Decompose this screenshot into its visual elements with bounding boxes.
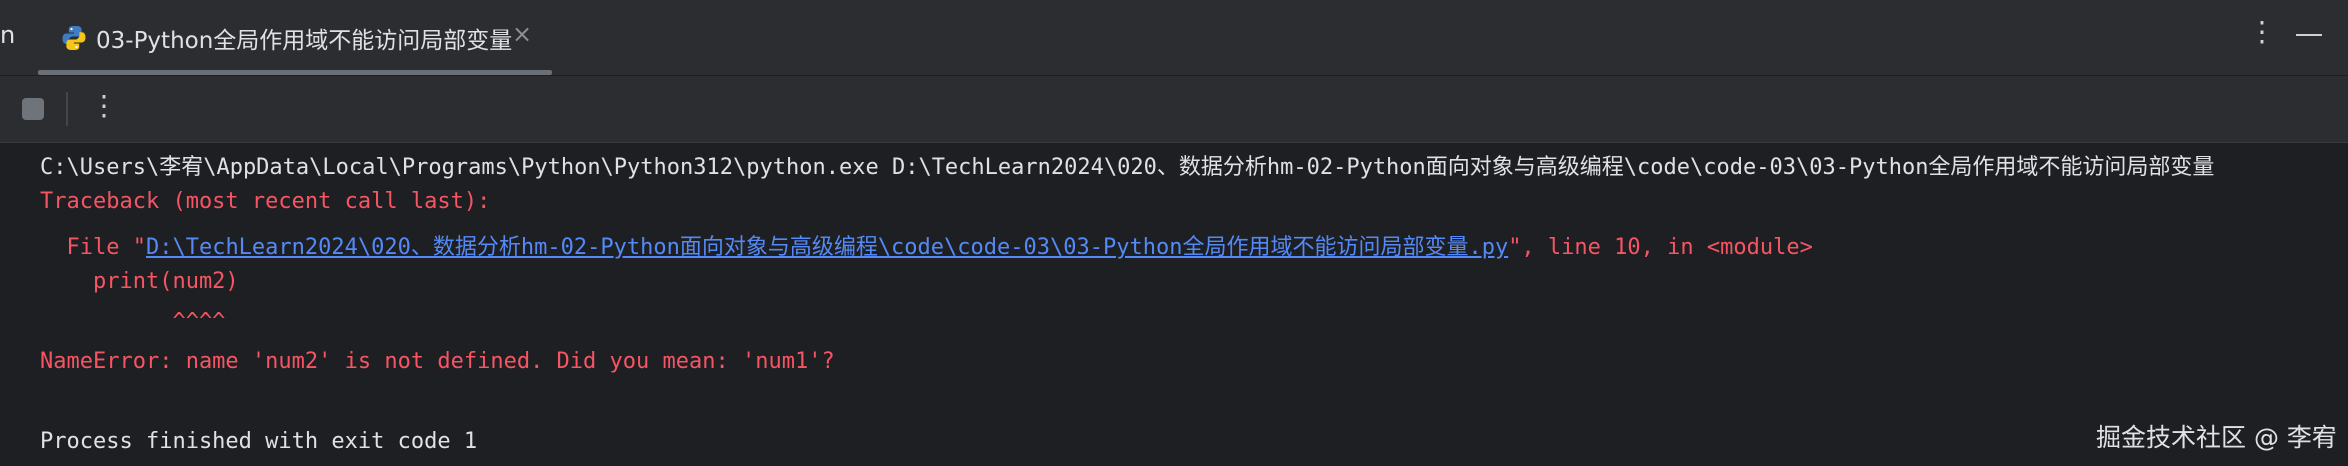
traceback-code-line: print(num2) [40,269,239,294]
more-vertical-icon[interactable]: ⋮ [90,92,118,120]
previous-tab-label[interactable]: n [0,21,15,49]
python-icon [62,26,86,50]
traceback-caret-line: ^^^^ [40,309,226,334]
stop-icon[interactable] [22,98,44,120]
run-toolbar: ⋮ [0,76,2348,143]
error-message: NameError: name 'num2' is not defined. D… [40,349,835,374]
file-path-link[interactable]: D:\TechLearn2024\020、数据分析hm-02-Python面向对… [146,235,1508,260]
file-prefix: File " [40,235,146,260]
file-suffix: ", line 10, in <module> [1508,235,1813,260]
traceback-file-line: File "D:\TechLearn2024\020、数据分析hm-02-Pyt… [40,229,1813,261]
run-console-output[interactable]: C:\Users\李宥\AppData\Local\Programs\Pytho… [0,143,2348,466]
tab-run-config[interactable]: 03-Python全局作用域不能访问局部变量 × [38,0,552,75]
traceback-header: Traceback (most recent call last): [40,189,491,214]
watermark: 掘金技术社区 @ 李宥 [2096,423,2337,452]
close-icon[interactable]: × [512,20,532,48]
more-vertical-icon[interactable]: ⋮ [2248,18,2276,46]
tab-bar: n 03-Python全局作用域不能访问局部变量 × ⋮ [0,0,2348,76]
active-tab-indicator [38,70,552,75]
toolbar-divider [66,92,68,126]
tab-title: 03-Python全局作用域不能访问局部变量 [96,28,513,54]
minimize-icon[interactable] [2296,34,2322,36]
command-line: C:\Users\李宥\AppData\Local\Programs\Pytho… [40,155,2215,180]
exit-status: Process finished with exit code 1 [40,429,478,454]
